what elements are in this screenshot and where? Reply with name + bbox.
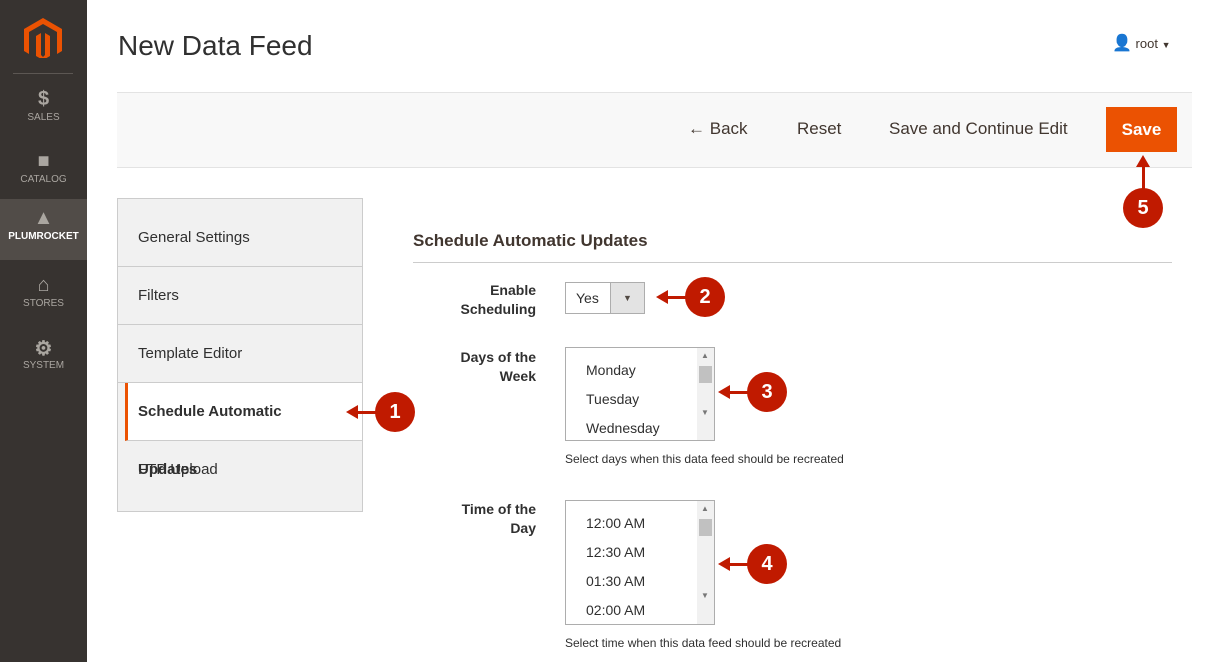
box-icon: ■ [37, 150, 50, 172]
option-time[interactable]: 12:30 AM [586, 544, 645, 560]
user-menu[interactable]: 👤 root ▼ [1112, 33, 1171, 53]
sidebar-item-stores[interactable]: ⌂ STORES [0, 266, 87, 326]
time-multiselect[interactable]: 12:00 AM 12:30 AM 01:30 AM 02:00 AM ▲ ▼ [565, 500, 715, 625]
arrow-up-icon [1136, 155, 1150, 167]
scrollbar[interactable]: ▲ ▼ [697, 501, 714, 624]
time-note: Select time when this data feed should b… [565, 636, 842, 650]
reset-button[interactable]: Reset [797, 119, 841, 139]
magento-logo-icon[interactable] [24, 18, 62, 58]
chevron-down-icon: ▼ [610, 283, 644, 313]
tab-general-settings[interactable]: General Settings [118, 209, 362, 267]
sidebar-item-plumrocket[interactable]: ▲ PLUMROCKET [0, 199, 87, 260]
option-wednesday[interactable]: Wednesday [586, 420, 660, 436]
store-icon: ⌂ [37, 274, 50, 296]
sidebar-item-sales[interactable]: $ SALES [0, 80, 87, 140]
save-button[interactable]: Save [1106, 107, 1177, 152]
gear-icon: ⚙ [34, 338, 53, 360]
sidebar-item-catalog[interactable]: ■ CATALOG [0, 142, 87, 202]
tabs: General Settings Filters Template Editor… [117, 198, 363, 512]
tab-ftp-upload[interactable]: FTP Upload [118, 441, 362, 499]
arrow-left-icon [656, 290, 668, 304]
arrow-left-icon: ← [688, 119, 705, 138]
option-time[interactable]: 12:00 AM [586, 515, 645, 531]
tab-filters[interactable]: Filters [118, 267, 362, 325]
scrollbar[interactable]: ▲ ▼ [697, 348, 714, 440]
tab-template-editor[interactable]: Template Editor [118, 325, 362, 383]
annotation-badge: 2 [685, 277, 725, 317]
user-icon: 👤 [1112, 35, 1132, 52]
annotation-arrow [1142, 165, 1145, 189]
page-title: New Data Feed [118, 30, 313, 61]
back-button[interactable]: ← Back [688, 119, 748, 139]
section-title: Schedule Automatic Updates [413, 231, 648, 250]
annotation-badge: 5 [1123, 188, 1163, 228]
divider [13, 73, 73, 74]
sidebar-item-system[interactable]: ⚙ SYSTEM [0, 328, 87, 388]
option-time[interactable]: 02:00 AM [586, 602, 645, 618]
arrow-left-icon [346, 405, 358, 419]
time-label: Time of the Day [461, 501, 536, 536]
days-multiselect[interactable]: Monday Tuesday Wednesday ▲ ▼ [565, 347, 715, 441]
tab-schedule-automatic-updates[interactable]: Schedule Automatic Updates [125, 383, 362, 478]
arrow-left-icon [718, 385, 730, 399]
annotation-badge: 3 [747, 372, 787, 412]
sidebar: $ SALES ■ CATALOG ▲ PLUMROCKET ⌂ STORES ⚙ SYS… [0, 0, 87, 662]
plumrocket-icon: ▲ [33, 207, 54, 229]
enable-scheduling-label: Enable Scheduling [460, 282, 536, 317]
save-continue-button[interactable]: Save and Continue Edit [889, 119, 1068, 139]
days-label: Days of the Week [460, 349, 536, 384]
enable-scheduling-select[interactable]: Yes ▼ [565, 282, 645, 314]
divider [413, 262, 1172, 263]
option-tuesday[interactable]: Tuesday [586, 391, 639, 407]
option-time[interactable]: 01:30 AM [586, 573, 645, 589]
chevron-down-icon: ▼ [1161, 40, 1171, 50]
days-note: Select days when this data feed should b… [565, 452, 844, 466]
dollar-icon: $ [37, 88, 50, 110]
annotation-badge: 1 [375, 392, 415, 432]
option-monday[interactable]: Monday [586, 362, 636, 378]
annotation-badge: 4 [747, 544, 787, 584]
arrow-left-icon [718, 557, 730, 571]
